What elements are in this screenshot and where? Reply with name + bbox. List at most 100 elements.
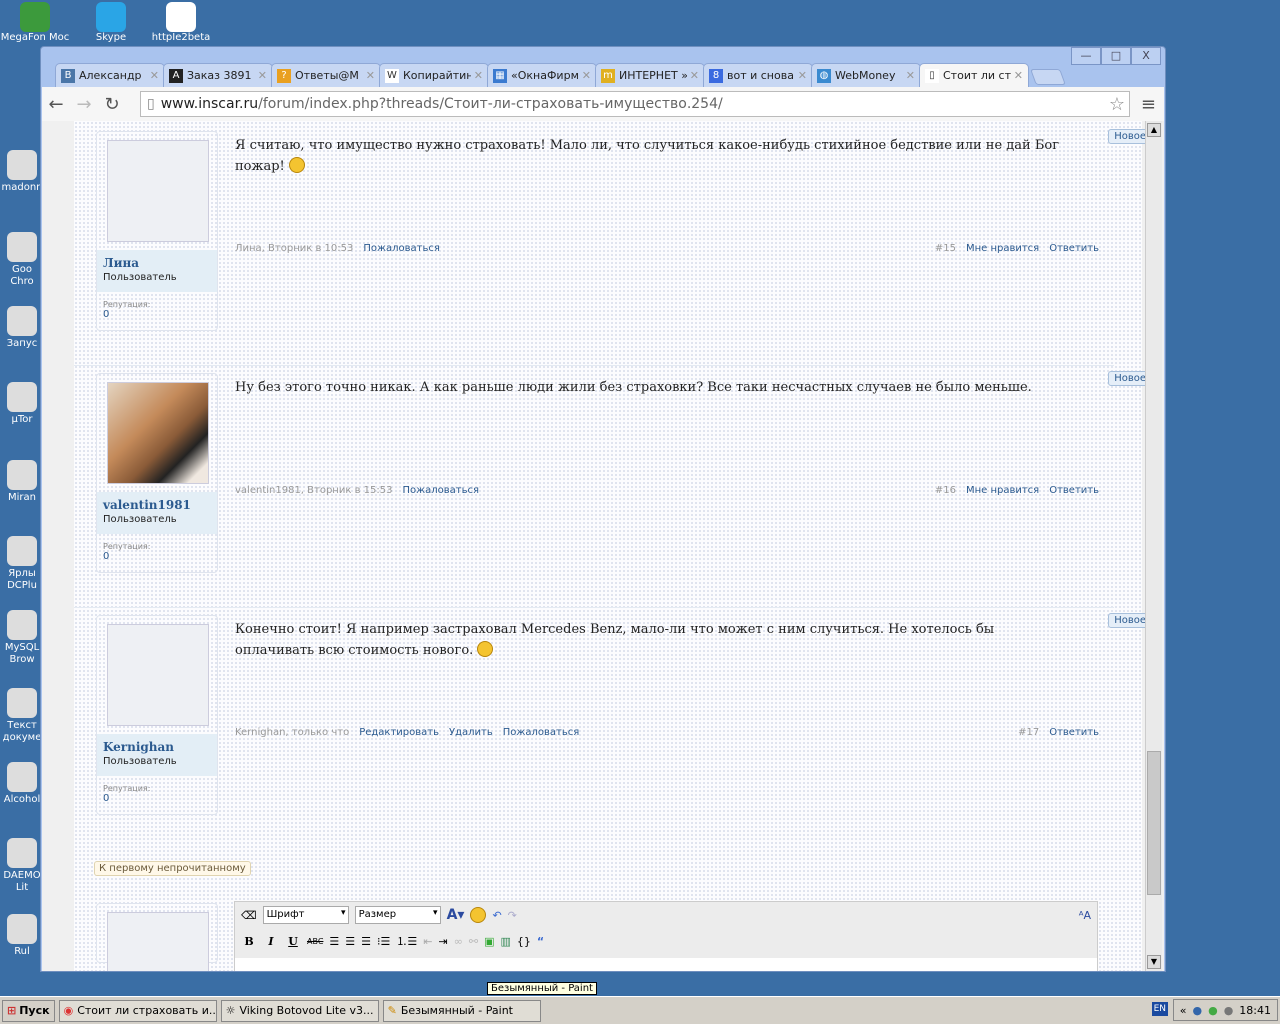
desktop-icon[interactable]: Текст докуме [0, 688, 44, 744]
maximize-button[interactable]: □ [1101, 47, 1131, 65]
close-tab-icon[interactable]: ✕ [582, 69, 591, 82]
avatar[interactable] [107, 624, 209, 726]
align-right-icon[interactable]: ☰ [361, 935, 371, 948]
post-action-link[interactable]: Пожаловаться [402, 485, 479, 496]
username-link[interactable]: valentin1981 [103, 498, 211, 512]
star-icon[interactable]: ☆ [1109, 94, 1125, 115]
browser-tab[interactable]: 8 вот и снова ✕ [703, 63, 813, 87]
post-number[interactable]: #15 [935, 243, 956, 254]
desktop-icon[interactable]: Goo Chro [0, 232, 44, 288]
strike-button[interactable]: ABC [307, 937, 323, 946]
desktop-icon[interactable]: Ярлы DCPlu [0, 536, 44, 592]
back-button[interactable]: ← [42, 94, 70, 115]
minimize-button[interactable]: — [1071, 47, 1101, 65]
align-left-icon[interactable]: ☰ [329, 935, 339, 948]
browser-tab[interactable]: ▦ «ОкнаФирм ✕ [487, 63, 597, 87]
desktop-icon[interactable]: Miran [0, 460, 44, 504]
task-paint[interactable]: ✎ Безымянный - Paint [382, 999, 541, 1022]
post-number[interactable]: #17 [1018, 727, 1039, 738]
desktop-icon-megafon[interactable]: MegaFon Moc [0, 2, 70, 43]
quote-icon[interactable]: “ [537, 935, 544, 948]
font-size-icon[interactable]: ᴬA [1079, 909, 1091, 922]
tray-app2-icon[interactable]: ● [1224, 1004, 1234, 1017]
undo-icon[interactable]: ↶ [492, 909, 501, 922]
align-center-icon[interactable]: ☰ [345, 935, 355, 948]
close-tab-icon[interactable]: ✕ [150, 69, 159, 82]
unlink-icon[interactable]: ⚯ [469, 935, 478, 948]
browser-tab[interactable]: ▯ Стоит ли ст ✕ [919, 63, 1029, 87]
code-icon[interactable]: {} [517, 935, 531, 948]
avatar[interactable] [107, 140, 209, 242]
task-chrome[interactable]: ◉ Стоит ли страховать и... [58, 999, 217, 1022]
size-select[interactable]: Размер [354, 906, 441, 924]
media-icon[interactable]: ▥ [501, 935, 511, 948]
label: httpIe2beta [151, 32, 211, 43]
close-tab-icon[interactable]: ✕ [474, 69, 483, 82]
desktop-icon-skype[interactable]: Skype [76, 2, 146, 43]
username-link[interactable]: Лина [103, 256, 211, 270]
close-tab-icon[interactable]: ✕ [690, 69, 699, 82]
desktop-icon[interactable]: Rul [0, 914, 44, 958]
post-action-link[interactable]: Пожаловаться [503, 727, 580, 738]
desktop-icon[interactable]: madonn [0, 150, 44, 194]
underline-button[interactable]: U [285, 935, 301, 948]
post-number[interactable]: #16 [935, 485, 956, 496]
post-action-link[interactable]: Удалить [449, 727, 493, 738]
close-tab-icon[interactable]: ✕ [1014, 69, 1023, 82]
desktop-icon[interactable]: MySQL Brow [0, 610, 44, 666]
address-bar[interactable]: ▯ www.inscar.ru/forum/index.php?threads/С… [140, 91, 1130, 117]
link-icon[interactable]: ∞ [454, 935, 463, 948]
bold-button[interactable]: B [241, 935, 257, 948]
smiley-icon[interactable] [470, 907, 487, 923]
close-tab-icon[interactable]: ✕ [258, 69, 267, 82]
label: Ярлы DCPlu [7, 568, 37, 591]
avatar[interactable] [107, 382, 209, 484]
new-tab-button[interactable] [1030, 69, 1066, 85]
post-action-link[interactable]: Пожаловаться [363, 243, 440, 254]
first-unread-link[interactable]: К первому непрочитанному [94, 861, 251, 876]
username-link[interactable]: Kernighan [103, 740, 211, 754]
font-select[interactable]: Шрифт [262, 906, 349, 924]
browser-tab[interactable]: W Копирайтин ✕ [379, 63, 489, 87]
network-icon[interactable]: ● [1192, 1004, 1202, 1017]
outdent-icon[interactable]: ⇤ [423, 935, 432, 948]
reply-link[interactable]: Ответить [1049, 243, 1099, 254]
tray-app-icon[interactable]: ● [1208, 1004, 1218, 1017]
indent-icon[interactable]: ⇥ [438, 935, 447, 948]
post-action-link[interactable]: Редактировать [359, 727, 439, 738]
scrollbar[interactable]: ▲ ▼ [1145, 121, 1162, 971]
bullet-list-icon[interactable]: ⁝☰ [377, 935, 390, 948]
numbered-list-icon[interactable]: ⒈☰ [396, 933, 417, 949]
text-color-icon[interactable]: A▾ [447, 907, 465, 923]
reply-link[interactable]: Ответить [1049, 727, 1099, 738]
desktop-icon-doc[interactable]: httpIe2beta [146, 2, 216, 43]
close-button[interactable]: X [1131, 47, 1161, 65]
desktop-icon[interactable]: Alcohol [0, 762, 44, 806]
expand-tray-icon[interactable]: « [1180, 1004, 1187, 1017]
browser-tab[interactable]: ◍ WebMoney ✕ [811, 63, 921, 87]
like-link[interactable]: Мне нравится [966, 485, 1039, 496]
menu-icon[interactable]: ≡ [1141, 94, 1156, 115]
start-button[interactable]: ⊞ Пуск [2, 999, 55, 1022]
browser-tab[interactable]: A Заказ 3891 ✕ [163, 63, 273, 87]
like-link[interactable]: Мне нравится [966, 243, 1039, 254]
browser-tab[interactable]: B Александр ✕ [55, 63, 165, 87]
reply-link[interactable]: Ответить [1049, 485, 1099, 496]
close-tab-icon[interactable]: ✕ [366, 69, 375, 82]
redo-icon[interactable]: ↷ [508, 909, 517, 922]
browser-tab[interactable]: ? Ответы@М ✕ [271, 63, 381, 87]
desktop-icon[interactable]: Запус [0, 306, 44, 350]
close-tab-icon[interactable]: ✕ [798, 69, 807, 82]
desktop-icon[interactable]: µTor [0, 382, 44, 426]
task-botovod[interactable]: ☼ Viking Botovod Lite v3... [220, 999, 379, 1022]
close-tab-icon[interactable]: ✕ [906, 69, 915, 82]
editor-textarea[interactable] [235, 958, 1097, 971]
forward-button[interactable]: → [70, 94, 98, 115]
reload-button[interactable]: ↻ [98, 94, 126, 115]
italic-button[interactable]: I [263, 935, 279, 948]
image-icon[interactable]: ▣ [484, 935, 494, 948]
browser-tab[interactable]: m ИНТЕРНЕТ » ✕ [595, 63, 705, 87]
eraser-icon[interactable]: ⌫ [241, 909, 257, 922]
desktop-icon[interactable]: DAEMO Lit [0, 838, 44, 894]
language-indicator[interactable]: EN [1151, 1002, 1168, 1016]
